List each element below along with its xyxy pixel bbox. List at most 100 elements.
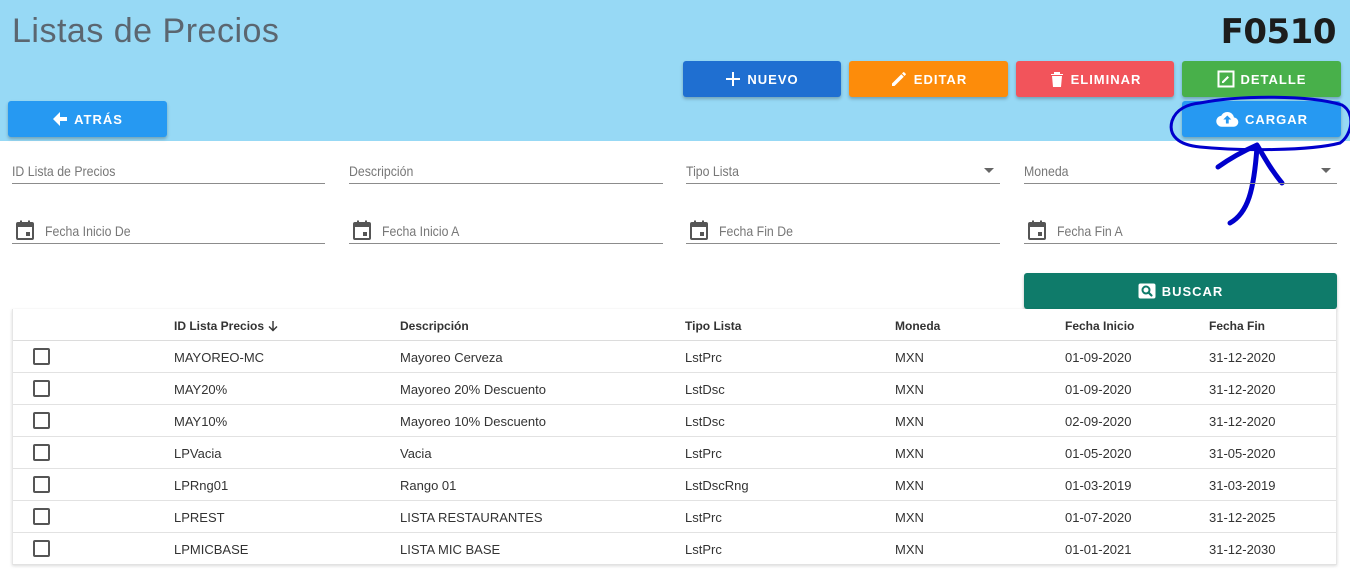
eliminar-button[interactable]: ELIMINAR	[1016, 61, 1174, 97]
cell-descripcion: LISTA MIC BASE	[400, 542, 501, 557]
buscar-label: BUSCAR	[1161, 283, 1224, 299]
editar-button[interactable]: EDITAR	[849, 61, 1008, 97]
cell-descripcion: Mayoreo 10% Descuento	[400, 414, 546, 429]
calendar-icon[interactable]	[353, 220, 371, 240]
cell-id: LPREST	[174, 510, 225, 525]
cell-moneda: MXN	[895, 478, 924, 493]
cell-fecha-inicio: 01-09-2020	[1065, 382, 1132, 397]
row-checkbox[interactable]	[33, 348, 50, 365]
col-header-fecha-inicio[interactable]: Fecha Inicio	[1065, 319, 1134, 333]
descripcion-field[interactable]: Descripción	[349, 154, 663, 184]
table-body: MAYOREO-MC Mayoreo Cerveza LstPrc MXN 01-09-…	[13, 341, 1336, 565]
calendar-icon[interactable]	[1028, 220, 1046, 240]
col-header-id-label: ID Lista Precios	[174, 319, 265, 333]
row-checkbox[interactable]	[33, 380, 50, 397]
table-row[interactable]: LPMICBASE LISTA MIC BASE LstPrc MXN 01-01-20…	[13, 533, 1336, 565]
cell-fecha-fin: 31-03-2019	[1209, 478, 1276, 493]
col-header-moneda[interactable]: Moneda	[895, 319, 940, 333]
cell-id: MAY10%	[174, 414, 228, 429]
plus-icon	[726, 72, 741, 86]
row-checkbox[interactable]	[33, 412, 50, 429]
row-checkbox[interactable]	[33, 508, 50, 525]
table-row[interactable]: LPVacia Vacia LstPrc MXN 01-05-2020 31-05-202…	[13, 437, 1336, 469]
cell-tipo: LstPrc	[685, 446, 722, 461]
cell-fecha-inicio: 01-07-2020	[1065, 510, 1132, 525]
descripcion-placeholder: Descripción	[349, 163, 414, 179]
fecha-inicio-a-field[interactable]: Fecha Inicio A	[349, 214, 663, 244]
cell-descripcion: Mayoreo Cerveza	[400, 350, 503, 365]
cell-tipo: LstPrc	[685, 350, 722, 365]
table-row[interactable]: MAY20% Mayoreo 20% Descuento LstDsc MXN 01-0…	[13, 373, 1336, 405]
cell-moneda: MXN	[895, 414, 924, 429]
table-row[interactable]: LPRng01 Rango 01 LstDscRng MXN 01-03-2019 31-…	[13, 469, 1336, 501]
id-lista-placeholder: ID Lista de Precios	[12, 163, 116, 179]
cell-fecha-fin: 31-05-2020	[1209, 446, 1276, 461]
pencil-icon	[891, 72, 906, 86]
chevron-down-icon	[1321, 168, 1331, 173]
col-header-descripcion[interactable]: Descripción	[400, 319, 469, 333]
tipo-lista-select[interactable]: Tipo Lista	[686, 154, 1000, 184]
cell-fecha-inicio: 02-09-2020	[1065, 414, 1132, 429]
cell-id: MAY20%	[174, 382, 228, 397]
cell-fecha-fin: 31-12-2020	[1209, 414, 1276, 429]
col-header-tipo[interactable]: Tipo Lista	[685, 319, 741, 333]
col-header-fecha-fin[interactable]: Fecha Fin	[1209, 319, 1265, 333]
cell-fecha-inicio: 01-05-2020	[1065, 446, 1132, 461]
search-icon	[1138, 283, 1156, 299]
cell-id: LPVacia	[174, 446, 222, 461]
calendar-icon[interactable]	[16, 220, 34, 240]
cell-tipo: LstPrc	[685, 542, 722, 557]
atras-label: ATRÁS	[74, 111, 123, 127]
fecha-inicio-de-field[interactable]: Fecha Inicio De	[12, 214, 325, 244]
cell-tipo: LstDscRng	[685, 478, 749, 493]
edit-box-icon	[1217, 70, 1234, 88]
arrow-down-icon	[268, 321, 278, 332]
cell-fecha-inicio: 01-03-2019	[1065, 478, 1132, 493]
row-checkbox[interactable]	[33, 476, 50, 493]
arrow-left-icon	[53, 112, 68, 126]
nuevo-button[interactable]: NUEVO	[683, 61, 841, 97]
cell-descripcion: LISTA RESTAURANTES	[400, 510, 543, 525]
tipo-lista-placeholder: Tipo Lista	[686, 163, 739, 179]
table-row[interactable]: MAY10% Mayoreo 10% Descuento LstDsc MXN 02-0…	[13, 405, 1336, 437]
eliminar-label: ELIMINAR	[1070, 71, 1142, 87]
cell-fecha-fin: 31-12-2025	[1209, 510, 1276, 525]
editar-label: EDITAR	[913, 71, 968, 87]
fecha-fin-de-placeholder: Fecha Fin De	[719, 223, 793, 239]
id-lista-field[interactable]: ID Lista de Precios	[12, 154, 325, 184]
table-row[interactable]: MAYOREO-MC Mayoreo Cerveza LstPrc MXN 01-09-…	[13, 341, 1336, 373]
moneda-placeholder: Moneda	[1024, 163, 1069, 179]
fecha-inicio-a-placeholder: Fecha Inicio A	[382, 223, 460, 239]
cell-tipo: LstDsc	[685, 414, 725, 429]
form-code: F0510	[1220, 12, 1337, 52]
fecha-fin-de-field[interactable]: Fecha Fin De	[686, 214, 1000, 244]
calendar-icon[interactable]	[690, 220, 708, 240]
cell-fecha-inicio: 01-01-2021	[1065, 542, 1132, 557]
cell-id: MAYOREO-MC	[174, 350, 265, 365]
atras-button[interactable]: ATRÁS	[8, 101, 167, 137]
fecha-inicio-de-placeholder: Fecha Inicio De	[45, 223, 131, 239]
trash-icon	[1050, 72, 1063, 87]
cell-moneda: MXN	[895, 542, 924, 557]
page-header: Listas de Precios F0510 NUEVO EDITAR ELI…	[0, 0, 1350, 141]
chevron-down-icon	[984, 168, 994, 173]
cargar-button[interactable]: CARGAR	[1182, 101, 1341, 137]
row-checkbox[interactable]	[33, 444, 50, 461]
cell-moneda: MXN	[895, 446, 924, 461]
cell-fecha-fin: 31-12-2020	[1209, 350, 1276, 365]
cell-id: LPRng01	[174, 478, 229, 493]
cell-descripcion: Rango 01	[400, 478, 457, 493]
table-row[interactable]: LPREST LISTA RESTAURANTES LstPrc MXN 01-07-2…	[13, 501, 1336, 533]
col-header-id[interactable]: ID Lista Precios	[174, 319, 279, 333]
fecha-fin-a-field[interactable]: Fecha Fin A	[1024, 214, 1337, 244]
fecha-fin-a-placeholder: Fecha Fin A	[1057, 223, 1123, 239]
row-checkbox[interactable]	[33, 540, 50, 557]
moneda-select[interactable]: Moneda	[1024, 154, 1337, 184]
detalle-button[interactable]: DETALLE	[1182, 61, 1341, 97]
buscar-button[interactable]: BUSCAR	[1024, 273, 1337, 309]
detalle-label: DETALLE	[1240, 71, 1307, 87]
cell-moneda: MXN	[895, 382, 924, 397]
cargar-label: CARGAR	[1244, 111, 1309, 127]
cell-moneda: MXN	[895, 350, 924, 365]
cell-descripcion: Vacia	[400, 446, 432, 461]
